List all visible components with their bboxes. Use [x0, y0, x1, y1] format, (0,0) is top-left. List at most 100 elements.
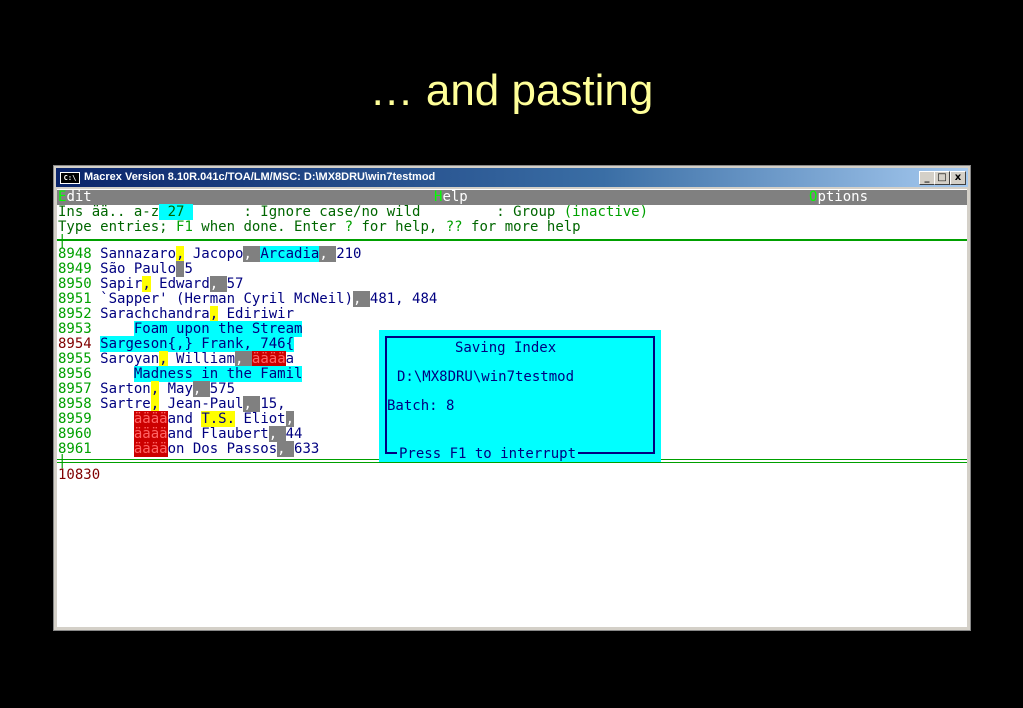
entry-text: on Dos Passos	[167, 441, 278, 457]
entry-number: 8955	[58, 351, 92, 367]
separator-mark: ,	[285, 411, 295, 427]
entry-text: `Sapper' (Herman Cyril McNeil)	[100, 291, 354, 307]
entry-text: Sartre	[100, 396, 151, 412]
entry-row[interactable]: 8959 ääääand T.S. Eliot,	[58, 411, 295, 427]
entry-text: William	[167, 351, 236, 367]
help-text-d: for more help	[462, 219, 581, 235]
entry-row[interactable]: 8948 Sannazaro, Jacopo, Arcadia, 210	[58, 246, 362, 262]
entry-text: Sarton	[100, 381, 151, 397]
more-help-key: ??	[445, 219, 463, 235]
comma-mark: ,	[209, 306, 219, 322]
entry-text: São Paulo	[100, 261, 177, 277]
entry-text: Sannazaro	[100, 246, 177, 262]
entry-row[interactable]: 8960 ääääand Flaubert, 44	[58, 426, 303, 442]
dialog-batch: Batch: 8	[387, 398, 455, 414]
italic-mark: Arcadia	[260, 246, 320, 262]
maximize-button[interactable]: □	[934, 171, 950, 185]
group-label: : Group	[420, 204, 564, 220]
help-text-a: Type entries;	[58, 219, 177, 235]
entry-row-selected[interactable]: 8954 Sargeson{,} Frank, 746{	[58, 336, 295, 352]
saving-index-dialog: Saving Index D:\MX8DRU\win7testmod Batch…	[379, 330, 661, 462]
highlight-mark: T.S.	[201, 411, 236, 427]
entry-number: 8957	[58, 381, 92, 397]
entry-text: a	[285, 351, 295, 367]
macrex-window: C:\ Macrex Version 8.10R.041c/TOA/LM/MSC…	[53, 165, 971, 631]
separator-mark: ,	[353, 291, 370, 307]
status-line: Ins ää.. a-z 27 : Ignore case/no wild : …	[58, 204, 649, 220]
group-state: (inactive)	[563, 204, 649, 220]
code-mark: ääää	[251, 351, 286, 367]
window-title: Macrex Version 8.10R.041c/TOA/LM/MSC: D:…	[84, 171, 436, 183]
entry-text: Jean-Paul	[159, 396, 244, 412]
entry-row[interactable]: 8950 Sapir, Edward, 57	[58, 276, 244, 292]
entry-row[interactable]: 8961 ääääon Dos Passos, 633	[58, 441, 320, 457]
menu-help-label: elp	[442, 189, 468, 205]
page-ref: 633	[294, 441, 320, 457]
entry-text: Sargeson{,} Frank, 746{	[100, 336, 295, 352]
entry-number: 8950	[58, 276, 92, 292]
menu-options-label: ptions	[817, 189, 869, 205]
separator-mark: ,	[319, 246, 337, 262]
entry-row[interactable]: 8953 Foam upon the Stream	[58, 321, 303, 337]
f1-key: F1	[176, 219, 193, 235]
entry-text: and Flaubert	[167, 426, 269, 442]
separator-mark: ,	[209, 276, 227, 292]
separator-mark: ,	[243, 396, 261, 412]
entry-text: Edward	[150, 276, 210, 292]
entry-number: 8953	[58, 321, 92, 337]
help-line: Type entries; F1 when done. Enter ? for …	[58, 220, 581, 235]
menu-edit[interactable]: Edit	[58, 190, 92, 205]
close-button[interactable]: x	[950, 171, 966, 185]
italic-mark: Madness in the Famil	[133, 366, 303, 382]
entry-text: and	[167, 411, 202, 427]
dialog-title: Saving Index	[455, 340, 557, 356]
menu-options[interactable]: Options	[809, 190, 868, 205]
separator-mark: ,	[192, 381, 210, 397]
entry-text: Sarachchandra	[100, 306, 210, 322]
upper-separator	[57, 239, 967, 241]
entry-row[interactable]: 8951 `Sapper' (Herman Cyril McNeil), 481…	[58, 291, 438, 307]
comma-mark: ,	[150, 396, 160, 412]
entry-number: 8956	[58, 366, 92, 382]
menu-help[interactable]: Help	[434, 190, 468, 205]
interrupt-hint: Press F1 to interrupt	[397, 446, 579, 462]
code-mark: ääää	[133, 411, 168, 427]
entry-number: 8960	[58, 426, 92, 442]
minimize-button[interactable]: _	[919, 171, 935, 185]
entry-row[interactable]: 8955 Saroyan, William, ääääa	[58, 351, 295, 367]
title-bar[interactable]: C:\ Macrex Version 8.10R.041c/TOA/LM/MSC…	[56, 168, 968, 187]
entry-text: May	[159, 381, 193, 397]
entry-number: 8952	[58, 306, 92, 322]
comma-mark: ,	[159, 351, 168, 367]
entry-row[interactable]: 8957 Sarton, May, 575	[58, 381, 236, 397]
entry-row[interactable]: 8952 Sarachchandra, Ediriwir	[58, 306, 294, 322]
entry-row[interactable]: 8956 Madness in the Famil	[58, 366, 303, 382]
entry-number: 8958	[58, 396, 92, 412]
separator-mark: ,	[277, 441, 295, 457]
page-ref: 44	[285, 426, 303, 442]
separator-mark: ,	[243, 246, 261, 262]
page-ref: 15,	[260, 396, 286, 412]
entry-number: 8954	[58, 336, 92, 352]
menu-bar: Edit Help Options	[57, 190, 967, 205]
menu-edit-label: dit	[66, 189, 92, 205]
comma-mark: ,	[150, 381, 160, 397]
page-ref: 57	[226, 276, 244, 292]
entry-number: 8949	[58, 261, 92, 277]
separator-mark: ,	[268, 426, 286, 442]
page-ref: 481, 484	[369, 291, 438, 307]
console-area[interactable]: Edit Help Options Ins ää.. a-z 27 : Igno…	[57, 189, 967, 627]
entry-number: 8951	[58, 291, 92, 307]
page-ref: 575	[209, 381, 236, 397]
console-icon[interactable]: C:\	[60, 172, 80, 184]
count-field[interactable]: 27	[159, 204, 193, 220]
entry-row[interactable]: 8958 Sartre, Jean-Paul, 15,	[58, 396, 286, 412]
record-count: 10830	[58, 467, 101, 483]
ignore-case-label: : Ignore case/no wild	[192, 204, 421, 220]
entry-row[interactable]: 8949 São Paulo 5	[58, 261, 193, 277]
separator-mark: ,	[235, 351, 252, 367]
